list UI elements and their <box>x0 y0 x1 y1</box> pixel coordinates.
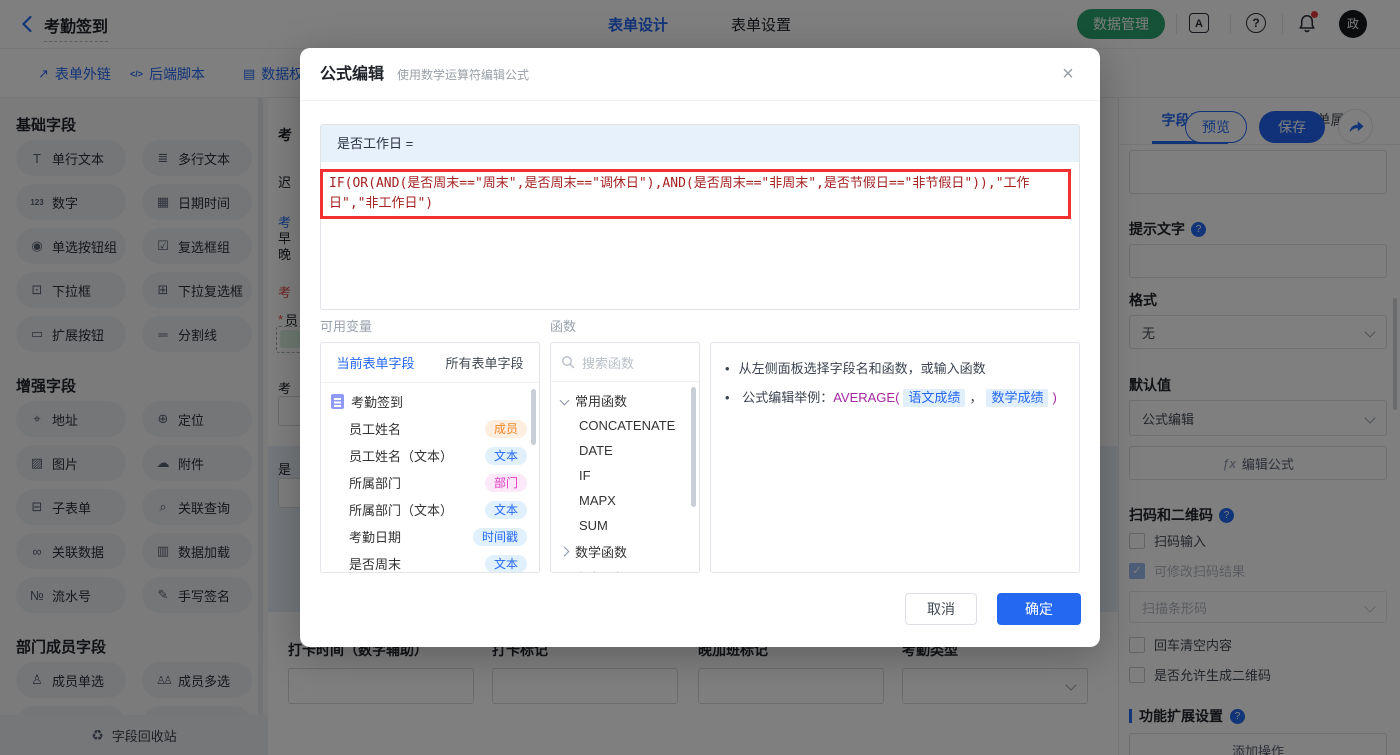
formula-segment[interactable]: 是否周末 <box>407 176 459 191</box>
functions-panel: 搜索函数 常用函数 CONCATENATE DATE IF MAPX SUM 数学函数 … <box>550 342 700 573</box>
variable-type-badge: 文本 <box>484 500 527 519</box>
variable-row[interactable]: 所属部门（文本） 文本 <box>321 496 539 523</box>
formula-container: 是否工作日 = IF(OR(AND(是否周末=="周末",是否周末=="调休日"… <box>320 124 1080 310</box>
variable-type-badge: 部门 <box>484 473 527 492</box>
search-placeholder: 搜索函数 <box>582 355 635 371</box>
form-doc-icon <box>331 394 344 409</box>
variables-panel: 当前表单字段 所有表单字段 考勤签到 员工姓名 成员 员工姓名（文本） 文本 所… <box>320 342 540 573</box>
variable-type-badge: 文本 <box>484 446 527 465</box>
variable-type-badge: 成员 <box>484 419 527 438</box>
function-item[interactable]: DATE <box>551 438 699 463</box>
formula-tips-panel: 从左侧面板选择字段名和函数，或输入函数 公式编辑举例：AVERAGE(语文成绩，… <box>710 342 1080 573</box>
example-function-close: ) <box>1052 390 1057 405</box>
formula-target-field: 是否工作日 = <box>321 125 1079 162</box>
variable-row[interactable]: 考勤日期 时间戳 <box>321 523 539 550</box>
formula-editor[interactable]: IF(OR(AND(是否周末=="周末",是否周末=="调休日"),AND(是否… <box>320 169 1071 219</box>
variable-name: 所属部门（文本） <box>349 503 454 518</box>
variable-row[interactable]: 是否周末 文本 <box>321 550 539 572</box>
variables-label: 可用变量 <box>320 319 373 334</box>
formula-edit-modal: 公式编辑 使用数学运算符编辑公式 × 是否工作日 = IF(OR(AND(是否周… <box>300 48 1100 647</box>
functions-scrollbar[interactable] <box>691 387 696 507</box>
tab-current-form-fields[interactable]: 当前表单字段 <box>321 353 430 372</box>
function-item[interactable]: CONCATENATE <box>551 413 699 438</box>
example-field-chip: 数学成绩 <box>986 389 1049 407</box>
example-function-open: AVERAGE( <box>833 390 900 405</box>
chevron-right-icon <box>560 572 570 573</box>
cancel-button[interactable]: 取消 <box>905 593 977 625</box>
variable-row[interactable]: 员工姓名 成员 <box>321 415 539 442</box>
tip-line-1: 从左侧面板选择字段名和函数，或输入函数 <box>725 359 1065 379</box>
function-item[interactable]: SUM <box>551 513 699 538</box>
variable-row[interactable]: 员工姓名（文本） 文本 <box>321 442 539 469</box>
tab-all-form-fields[interactable]: 所有表单字段 <box>430 353 539 372</box>
confirm-button[interactable]: 确定 <box>997 593 1081 625</box>
variable-type-badge: 文本 <box>484 554 527 572</box>
variable-name: 所属部门 <box>349 476 402 491</box>
variables-tabs: 当前表单字段 所有表单字段 <box>321 343 539 383</box>
app-root: 考勤签到 表单设计 表单设置 数据管理 A ? 政 ↗ 表单外链 </> 后端脚… <box>0 0 1400 755</box>
modal-subtitle: 使用数学运算符编辑公式 <box>397 68 530 82</box>
chevron-right-icon <box>559 546 570 556</box>
formula-segment[interactable]: =="调休日"),AND( <box>576 176 693 191</box>
formula-segment[interactable]: 是否节假日 <box>824 176 889 191</box>
variable-type-badge: 时间戳 <box>472 527 527 546</box>
modal-title: 公式编辑 <box>320 66 385 83</box>
formula-segment[interactable]: =="非周末", <box>746 176 824 191</box>
formula-segment[interactable]: =="周末", <box>459 176 524 191</box>
variable-name: 考勤日期 <box>349 530 402 545</box>
formula-segment[interactable]: 是否周末 <box>694 176 746 191</box>
search-icon <box>562 356 575 369</box>
function-search[interactable]: 搜索函数 <box>551 343 699 382</box>
function-item[interactable]: MAPX <box>551 488 699 513</box>
modal-header: 公式编辑 使用数学运算符编辑公式 × <box>300 48 1100 101</box>
variables-scrollbar[interactable] <box>531 389 536 445</box>
tip-line-2: 公式编辑举例：AVERAGE(语文成绩，数学成绩) <box>725 388 1065 408</box>
variable-row[interactable]: 所属部门 部门 <box>321 469 539 496</box>
function-group-text[interactable]: 文本函数 <box>551 564 699 573</box>
example-field-chip: 语文成绩 <box>903 389 966 407</box>
variable-root-row[interactable]: 考勤签到 <box>321 388 539 415</box>
variable-name: 员工姓名（文本） <box>349 449 454 464</box>
function-group-common[interactable]: 常用函数 <box>551 387 699 413</box>
functions-label: 函数 <box>550 319 577 334</box>
formula-segment[interactable]: IF(OR(AND( <box>329 176 407 191</box>
formula-segment[interactable]: 是否周末 <box>524 176 576 191</box>
close-icon[interactable]: × <box>1056 62 1080 86</box>
chevron-down-icon <box>559 395 570 405</box>
variable-name: 是否周末 <box>349 557 402 572</box>
variable-name: 员工姓名 <box>349 422 402 437</box>
function-item[interactable]: IF <box>551 463 699 488</box>
function-group-math[interactable]: 数学函数 <box>551 538 699 564</box>
